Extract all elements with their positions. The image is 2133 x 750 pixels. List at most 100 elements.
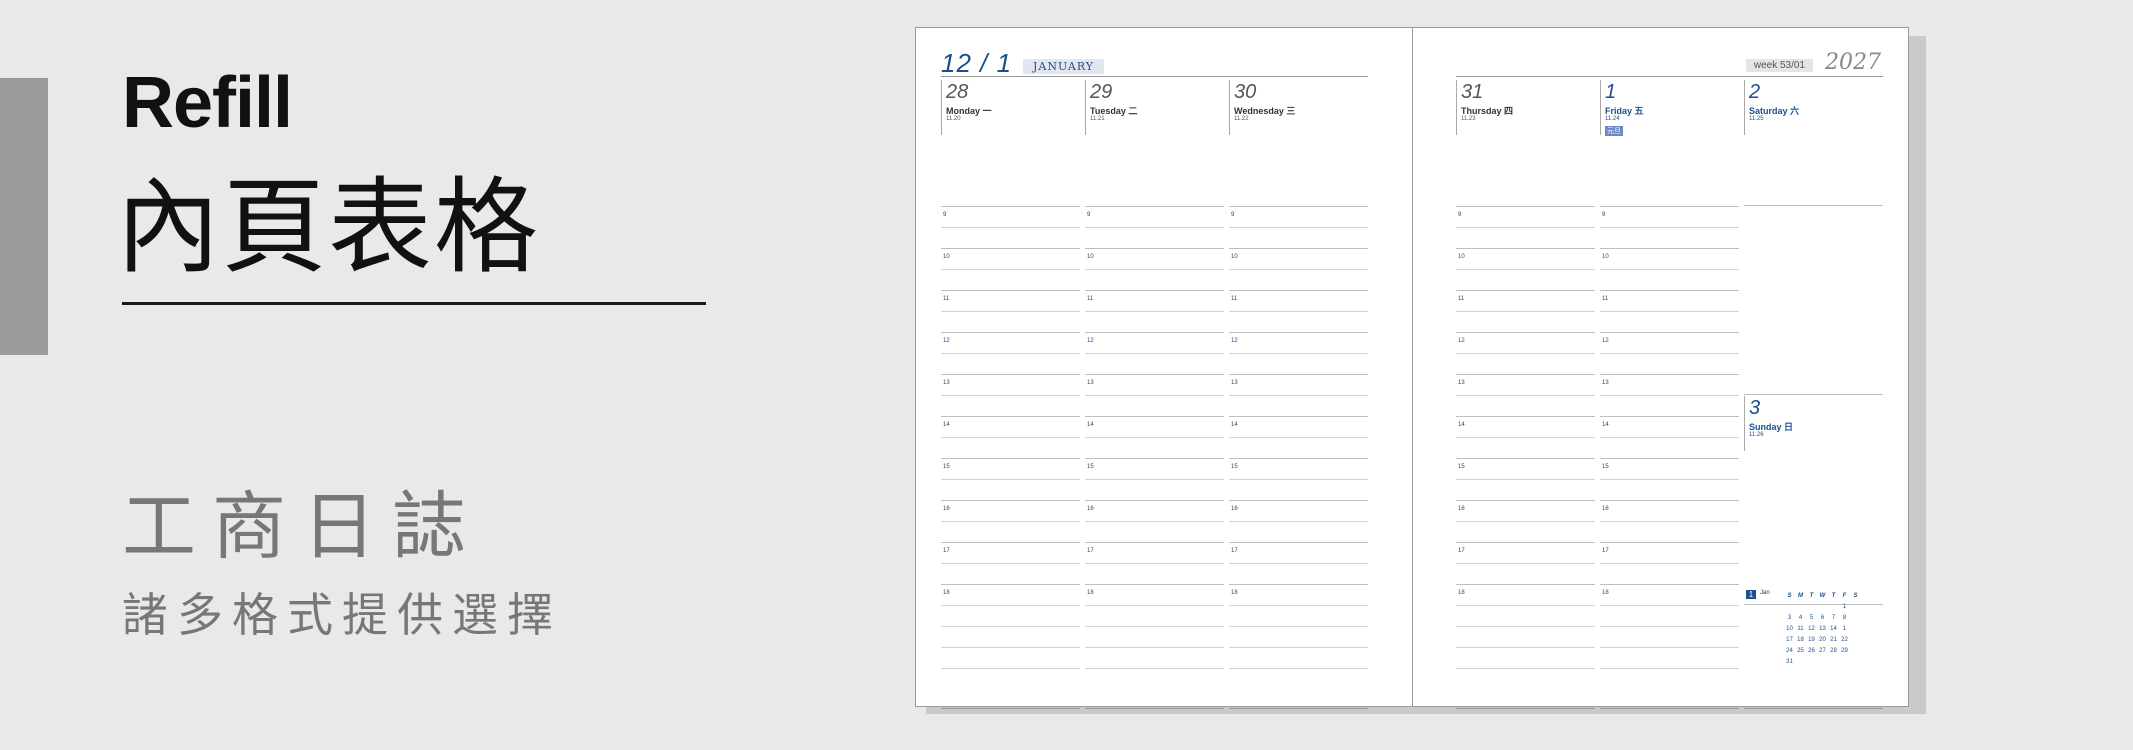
hour-row: 12: [1456, 332, 1595, 374]
planner-spread: 12 / 1 JANUARY 28 Monday 一 11.20 9 10 11 12 13 1…: [915, 27, 1909, 709]
book-spine: [1412, 28, 1413, 706]
week-label: week 53/01: [1745, 59, 1813, 72]
hour-label: 14: [1602, 422, 1609, 428]
lunar-date: 11.23: [1461, 116, 1476, 122]
hour-label: 15: [1458, 464, 1465, 470]
hour-label: 11: [1602, 296, 1609, 302]
hour-row: 10: [1085, 248, 1224, 290]
day-column: 28 Monday 一 11.20 9 10 11 12 13 14 15 16 17 18: [941, 80, 1080, 709]
day-number: 29: [1090, 81, 1113, 103]
mini-calendar-month-number: 1: [1746, 590, 1756, 599]
hour-row: 18: [1229, 584, 1368, 626]
hour-row: 18: [1085, 584, 1224, 626]
hour-label: 11: [1458, 296, 1465, 302]
calendar-day: 6: [1820, 614, 1825, 621]
lunar-date: 11.21: [1090, 116, 1105, 122]
hour-row: 10: [1456, 248, 1595, 290]
hour-label: 13: [1231, 380, 1238, 386]
calendar-day: [1817, 656, 1828, 667]
calendar-day: [1806, 601, 1817, 612]
calendar-day: 14: [1830, 625, 1837, 632]
hour-row: 9: [1085, 206, 1224, 248]
hour-row: 12: [1600, 332, 1739, 374]
hour-label: 9: [1087, 212, 1091, 218]
hour-row: 13: [1229, 374, 1368, 416]
day-sunday: 3 Sunday 日 11.26: [1744, 396, 1883, 456]
weekday-header: S: [1853, 592, 1858, 599]
calendar-day: [1828, 601, 1839, 612]
holiday-badge: 元旦: [1605, 126, 1623, 136]
hour-row: 15: [1456, 458, 1595, 500]
calendar-day: 22: [1841, 636, 1848, 643]
hour-row: 17: [1229, 542, 1368, 584]
hour-row: 14: [1229, 416, 1368, 458]
right-page: week 53/01 2027 31 Thursday 四 11.23 9 10 11 12…: [1456, 28, 1883, 709]
calendar-day: [1784, 601, 1795, 612]
hour-label: 12: [943, 338, 950, 344]
calendar-day: 10: [1786, 625, 1793, 632]
hour-label: 10: [943, 254, 950, 260]
hour-row: 17: [1600, 542, 1739, 584]
hour-label: 10: [1458, 254, 1465, 260]
hour-row: 9: [1229, 206, 1368, 248]
calendar-day: [1850, 612, 1861, 623]
hour-label: 12: [1458, 338, 1465, 344]
calendar-day: [1850, 623, 1861, 634]
hour-label: 17: [1602, 548, 1609, 554]
hour-row: 15: [1085, 458, 1224, 500]
hour-label: 16: [1087, 506, 1094, 512]
hour-label: 15: [1231, 464, 1238, 470]
hour-label: 12: [1231, 338, 1238, 344]
hour-label: 14: [1231, 422, 1238, 428]
left-page: 12 / 1 JANUARY 28 Monday 一 11.20 9 10 11 12 13 1…: [941, 28, 1368, 709]
day-number: 1: [1605, 81, 1617, 103]
day-number: 30: [1234, 81, 1257, 103]
day-number: 3: [1749, 397, 1761, 419]
hour-row: 13: [1456, 374, 1595, 416]
mini-calendar-grid: S M T W T F S 1 3 4 5 6 7 8 10 11 12 13 14 1 17 18 19 20 21 22 24 2…: [1784, 590, 1861, 667]
weekday-header: T: [1809, 592, 1814, 599]
hour-row: 14: [1085, 416, 1224, 458]
calendar-day: 12: [1808, 625, 1815, 632]
title-underline: [122, 302, 706, 305]
weekday-header: W: [1819, 592, 1826, 599]
calendar-day: 29: [1841, 647, 1848, 654]
hour-label: 16: [943, 506, 950, 512]
hour-label: 12: [1087, 338, 1094, 344]
hour-label: 11: [943, 296, 950, 302]
hour-label: 10: [1602, 254, 1609, 260]
calendar-day: [1806, 656, 1817, 667]
calendar-day: 21: [1830, 636, 1837, 643]
hour-row: 13: [941, 374, 1080, 416]
hour-label: 14: [943, 422, 950, 428]
hour-label: 18: [943, 590, 950, 596]
hour-label: 13: [943, 380, 950, 386]
calendar-day: 7: [1831, 614, 1836, 621]
calendar-day: 26: [1808, 647, 1815, 654]
hour-row: 16: [1229, 500, 1368, 542]
hour-label: 9: [1602, 212, 1606, 218]
hour-row: 18: [1456, 584, 1595, 626]
lunar-date: 11.20: [946, 116, 961, 122]
hour-row: 18: [941, 584, 1080, 626]
year-label: 2027: [1825, 50, 1881, 75]
hour-row: 17: [941, 542, 1080, 584]
calendar-day: [1795, 656, 1806, 667]
hour-label: 10: [1231, 254, 1238, 260]
weekday-header: T: [1831, 592, 1836, 599]
month-label: JANUARY: [1023, 59, 1105, 74]
hour-label: 13: [1087, 380, 1094, 386]
hour-row: 18: [1600, 584, 1739, 626]
hour-label: 16: [1602, 506, 1609, 512]
hour-label: 17: [1458, 548, 1465, 554]
hour-row: 16: [1085, 500, 1224, 542]
hour-row: 15: [1600, 458, 1739, 500]
tagline: 諸多格式提供選擇: [122, 589, 562, 641]
hour-label: 15: [1602, 464, 1609, 470]
calendar-day: [1839, 656, 1850, 667]
lunar-date: 11.22: [1234, 116, 1249, 122]
calendar-day: 27: [1819, 647, 1826, 654]
calendar-day: [1795, 601, 1806, 612]
calendar-day: 11: [1797, 625, 1804, 632]
hour-row: 14: [1456, 416, 1595, 458]
